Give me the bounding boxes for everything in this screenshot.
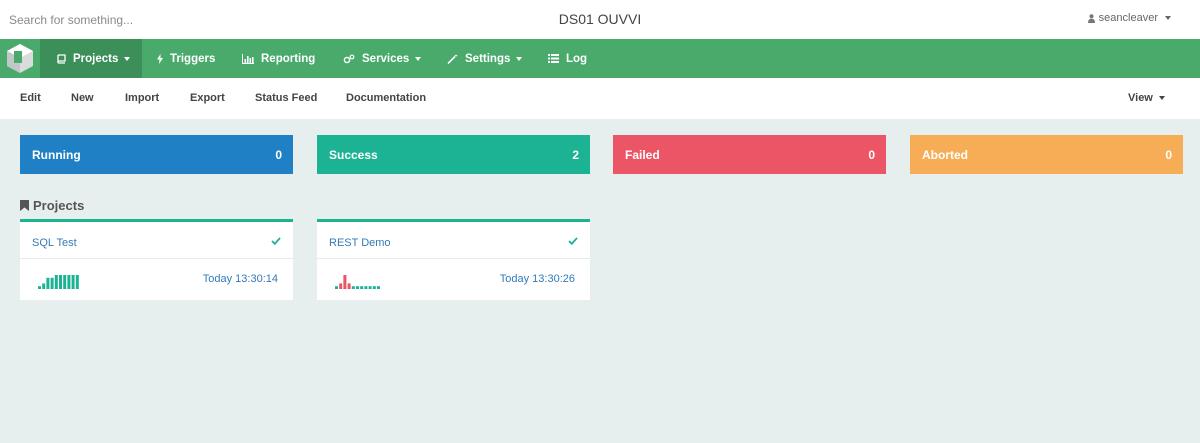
sparkline-bar [67, 275, 71, 289]
logo-icon[interactable] [0, 39, 40, 78]
last-run-time[interactable]: Today 13:30:26 [500, 273, 575, 285]
sparkline-bar [38, 286, 41, 289]
nav-projects-label: Projects [73, 52, 119, 65]
search-input[interactable] [0, 0, 400, 39]
stat-failed[interactable]: Failed 0 [613, 135, 886, 174]
nav-reporting-label: Reporting [261, 52, 316, 65]
chevron-down-icon [1165, 16, 1171, 20]
nav-services[interactable]: Services [343, 39, 422, 78]
nav-settings-label: Settings [465, 52, 511, 65]
chevron-down-icon [516, 56, 523, 61]
nav-services-label: Services [362, 52, 410, 65]
sparkline-bar [364, 286, 368, 289]
divider [20, 258, 293, 259]
stat-label: Failed [625, 148, 660, 162]
sparkline-bar [372, 286, 376, 289]
sparkline-bar [59, 275, 62, 289]
wand-icon [447, 53, 458, 64]
view-menu[interactable]: View [1128, 92, 1165, 104]
projects-heading: Projects [20, 198, 84, 213]
subnav-edit[interactable]: Edit [20, 92, 41, 104]
subnav-documentation[interactable]: Documentation [346, 92, 426, 104]
sparkline-bar [377, 286, 380, 289]
nav-log-label: Log [566, 52, 588, 65]
stat-label: Aborted [922, 148, 968, 162]
subnav-import[interactable]: Import [125, 92, 159, 104]
sparkline-bar [351, 286, 355, 289]
stat-count: 0 [868, 148, 875, 162]
stat-aborted[interactable]: Aborted 0 [910, 135, 1183, 174]
user-menu[interactable]: seancleaver [1087, 12, 1171, 24]
run-history-sparkline [335, 275, 380, 289]
sparkline-bar [63, 275, 67, 289]
main-navbar: Projects Triggers Reporting Services Set… [0, 39, 1200, 78]
stat-count: 0 [1165, 148, 1172, 162]
sparkline-bar [356, 286, 359, 289]
check-icon [568, 237, 578, 245]
check-icon [271, 237, 281, 245]
sparkline-bar [347, 283, 351, 289]
sparkline-bar [46, 277, 50, 289]
list-icon [548, 54, 559, 63]
chevron-down-icon [1158, 96, 1165, 101]
bolt-icon [157, 53, 163, 64]
view-menu-label: View [1128, 92, 1153, 104]
subnav-status-feed[interactable]: Status Feed [255, 92, 317, 104]
stat-label: Running [32, 148, 81, 162]
chevron-down-icon [415, 56, 422, 61]
nav-reporting[interactable]: Reporting [242, 39, 315, 78]
sparkline-bar [71, 275, 75, 289]
project-name-link[interactable]: REST Demo [329, 237, 391, 249]
book-icon [57, 53, 66, 64]
sparkline-bar [54, 275, 58, 289]
sparkline-bar [42, 283, 46, 289]
sparkline-bar [360, 286, 364, 289]
projects-heading-label: Projects [33, 198, 85, 213]
run-history-sparkline [38, 275, 79, 289]
nav-projects[interactable]: Projects [40, 39, 142, 78]
stat-count: 2 [572, 148, 579, 162]
chevron-down-icon [124, 56, 131, 61]
stat-count: 0 [275, 148, 282, 162]
project-name-link[interactable]: SQL Test [32, 237, 77, 249]
bookmark-icon [20, 200, 29, 211]
nav-settings[interactable]: Settings [447, 39, 523, 78]
sparkline-bar [339, 283, 343, 289]
nav-triggers-label: Triggers [170, 52, 216, 65]
user-icon [1087, 13, 1095, 23]
stat-running[interactable]: Running 0 [20, 135, 293, 174]
subnav-export[interactable]: Export [190, 92, 225, 104]
bar-chart-icon [242, 53, 254, 64]
top-bar: DS01 OUVVI seancleaver [0, 0, 1200, 39]
sparkline-bar [335, 286, 338, 289]
sub-navbar: Edit New Import Export Status Feed Docum… [0, 78, 1200, 119]
stat-success[interactable]: Success 2 [317, 135, 590, 174]
cogs-icon [343, 54, 355, 63]
stat-label: Success [329, 148, 378, 162]
project-card: REST Demo Today 13:30:26 [317, 219, 590, 300]
nav-log[interactable]: Log [548, 39, 587, 78]
divider [317, 258, 590, 259]
last-run-time[interactable]: Today 13:30:14 [203, 273, 278, 285]
nav-triggers[interactable]: Triggers [157, 39, 215, 78]
sparkline-bar [75, 275, 79, 289]
subnav-new[interactable]: New [71, 92, 94, 104]
sparkline-bar [368, 286, 372, 289]
user-name: seancleaver [1098, 12, 1158, 24]
sparkline-bar [343, 275, 347, 289]
project-card: SQL Test Today 13:30:14 [20, 219, 293, 300]
sparkline-bar [50, 277, 54, 289]
